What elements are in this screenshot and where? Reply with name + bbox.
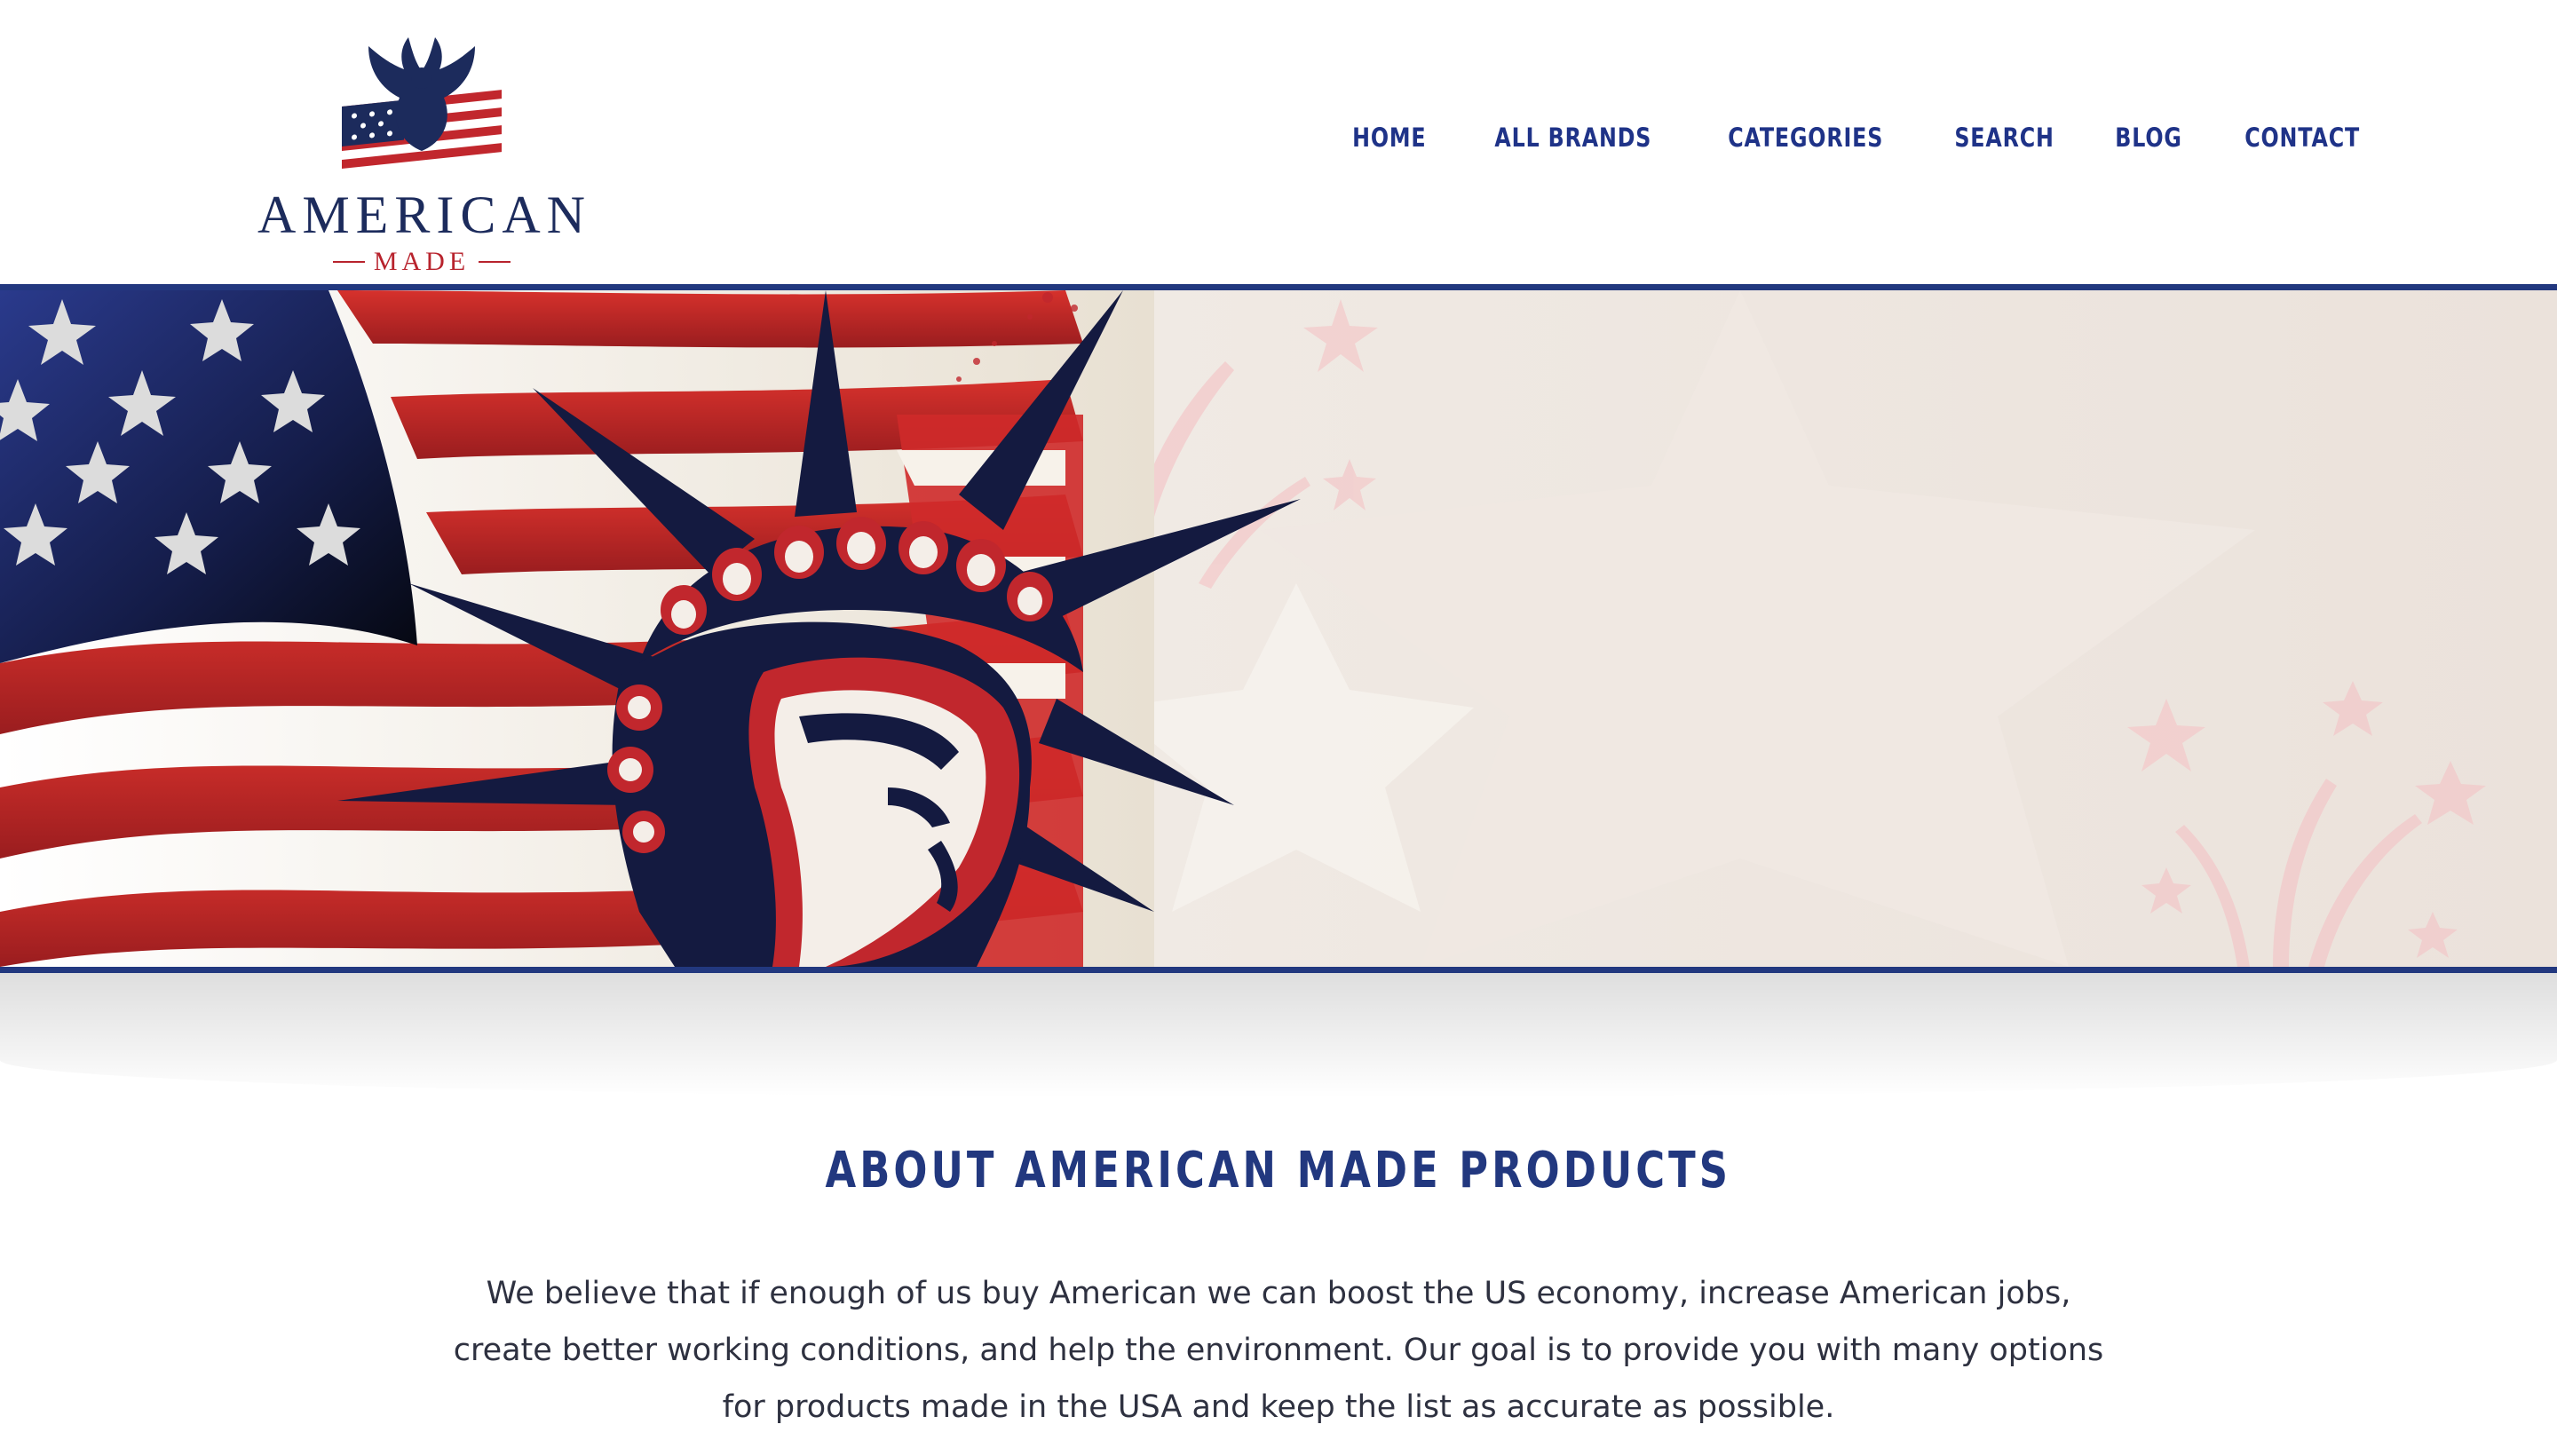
main-nav: HOME ALL BRANDS CATEGORIES SEARCH BLOG C… — [1344, 123, 2372, 153]
eagle-flag-icon — [342, 37, 502, 178]
logo-title: AMERICAN — [257, 186, 592, 244]
nav-categories[interactable]: CATEGORIES — [1729, 123, 1884, 153]
logo-divider-left — [332, 261, 365, 263]
nav-contact[interactable]: CONTACT — [2244, 123, 2360, 153]
statue-of-liberty-flag-banner — [0, 290, 2557, 967]
about-paragraph: We believe that if enough of us buy Amer… — [453, 1276, 2104, 1425]
nav-home[interactable]: HOME — [1352, 123, 1426, 153]
about-heading-text: ABOUT AMERICAN MADE PRODUCTS — [825, 1142, 1732, 1199]
logo-divider-right — [479, 261, 511, 263]
page: AMERICAN MADE HOME ALL BRANDS CATEGORIES… — [0, 0, 2557, 1456]
site-header: AMERICAN MADE HOME ALL BRANDS CATEGORIES… — [0, 0, 2557, 284]
nav-all-brands[interactable]: ALL BRANDS — [1494, 123, 1651, 153]
logo-subtitle-row: MADE — [257, 249, 586, 275]
about-heading: ABOUT AMERICAN MADE PRODUCTS — [0, 1141, 2557, 1200]
hero-banner — [0, 284, 2557, 973]
site-logo[interactable]: AMERICAN MADE — [257, 36, 592, 275]
nav-blog[interactable]: BLOG — [2115, 123, 2181, 153]
logo-subtitle: MADE — [373, 247, 471, 276]
nav-search[interactable]: SEARCH — [1954, 123, 2054, 153]
hero-shadow — [0, 973, 2557, 1097]
